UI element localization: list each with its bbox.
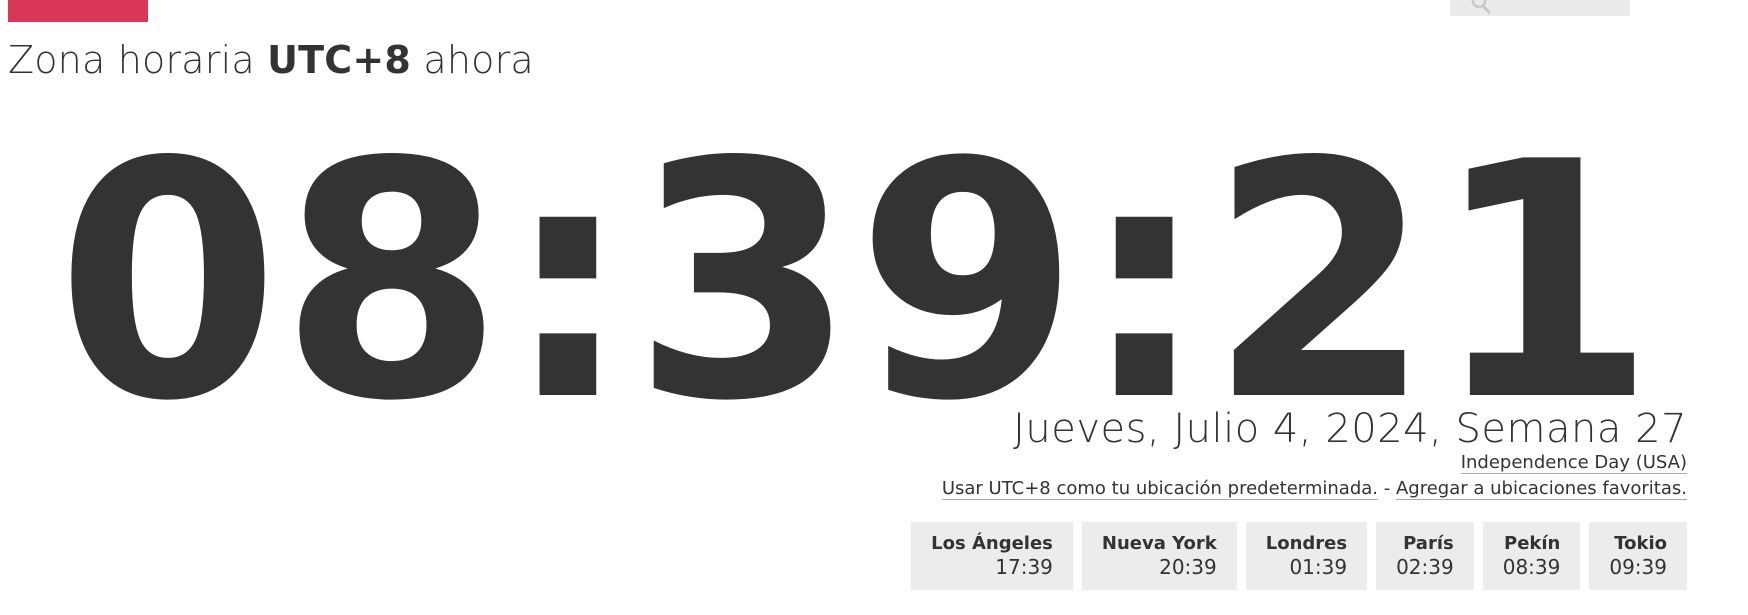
holiday-link[interactable]: Independence Day (USA): [1460, 452, 1687, 474]
city-time: 17:39: [995, 555, 1053, 579]
city-time: 20:39: [1159, 555, 1217, 579]
current-date: Jueves, Julio 4, 2024, Semana 27: [1013, 406, 1687, 452]
city-tile-beijing[interactable]: Pekín 08:39: [1482, 522, 1581, 590]
city-time: 09:39: [1609, 555, 1667, 579]
holiday-note: Independence Day (USA): [1460, 452, 1687, 474]
world-clock-list: Los Ángeles 17:39 Nueva York 20:39 Londr…: [911, 522, 1687, 590]
clock-display: 08:39:21: [36, 60, 1676, 420]
search-input[interactable]: [1450, 0, 1630, 16]
city-name: París: [1403, 533, 1454, 554]
city-name: Los Ángeles: [931, 533, 1053, 554]
city-name: Nueva York: [1101, 533, 1217, 554]
city-time: 02:39: [1396, 555, 1454, 579]
city-name: Londres: [1265, 533, 1348, 554]
city-tile-paris[interactable]: París 02:39: [1376, 522, 1474, 590]
links-separator: -: [1378, 478, 1396, 499]
city-tile-new-york[interactable]: Nueva York 20:39: [1081, 522, 1237, 590]
set-default-location-link[interactable]: Usar UTC+8 como tu ubicación predetermin…: [941, 478, 1379, 500]
city-tile-los-angeles[interactable]: Los Ángeles 17:39: [911, 522, 1073, 590]
brand-accent-bar: [8, 0, 148, 22]
location-links: Usar UTC+8 como tu ubicación predetermin…: [941, 478, 1687, 500]
city-tile-tokyo[interactable]: Tokio 09:39: [1589, 522, 1687, 590]
search-icon: [1471, 0, 1491, 14]
city-tile-london[interactable]: Londres 01:39: [1245, 522, 1368, 590]
clock-time: 08:39:21: [56, 92, 1656, 420]
city-time: 08:39: [1502, 555, 1561, 579]
city-name: Pekín: [1504, 533, 1561, 554]
add-favorite-link[interactable]: Agregar a ubicaciones favoritas.: [1395, 478, 1687, 500]
city-time: 01:39: [1289, 555, 1348, 579]
city-name: Tokio: [1614, 533, 1667, 554]
